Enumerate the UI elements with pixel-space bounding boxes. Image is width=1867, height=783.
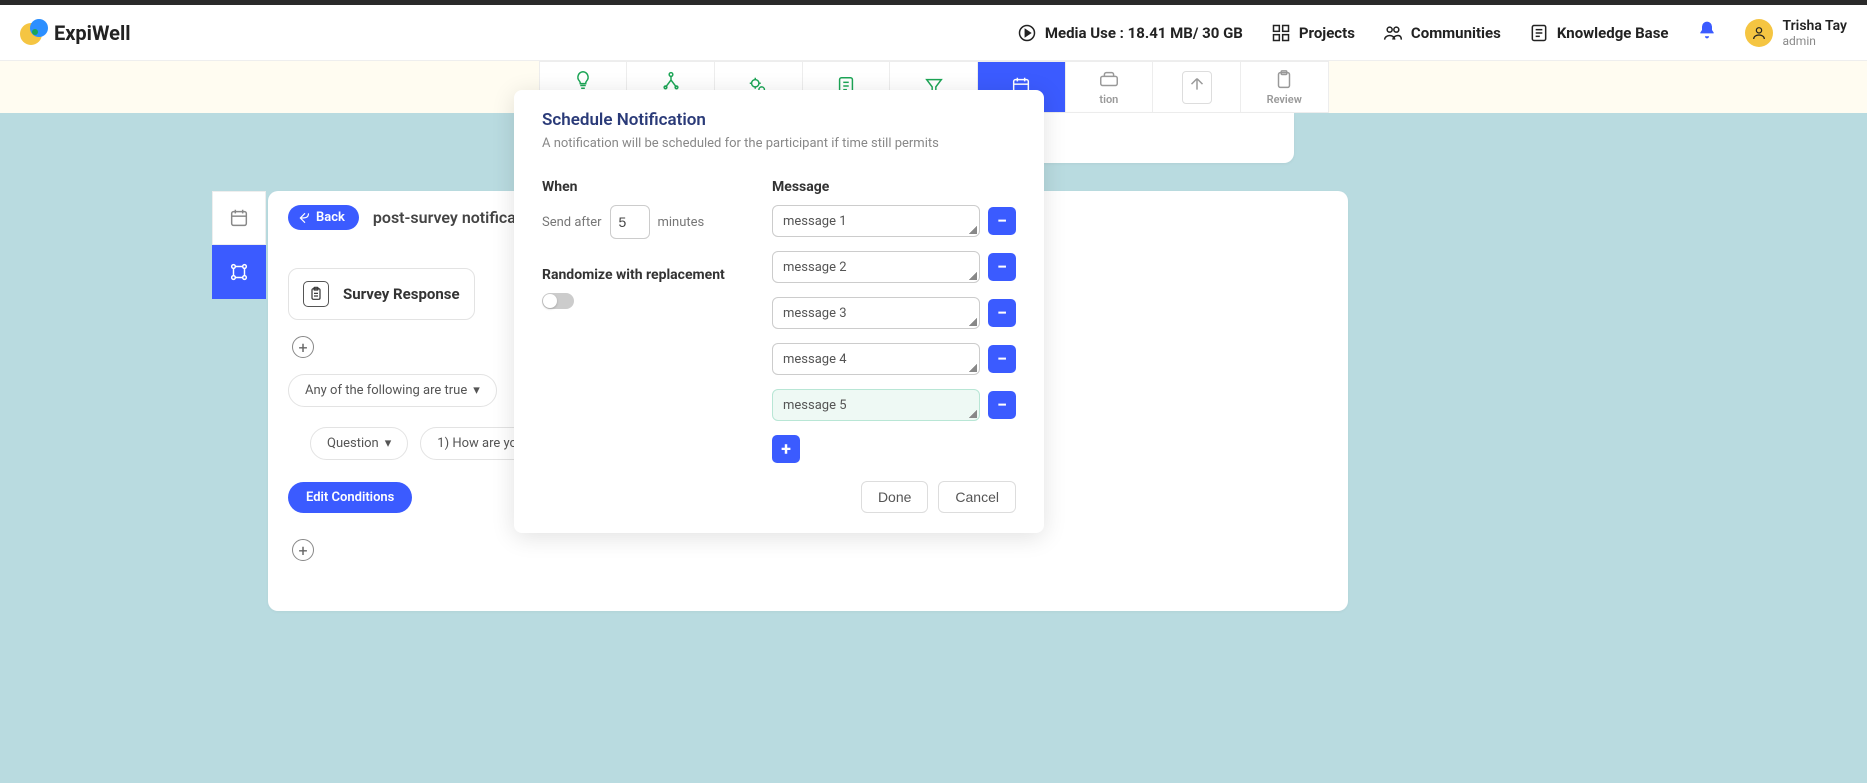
message-row-3: message 3 − bbox=[772, 297, 1016, 329]
send-prefix: Send after bbox=[542, 215, 602, 230]
media-use[interactable]: Media Use : 18.41 MB/ 30 GB bbox=[1017, 23, 1243, 43]
page-icon bbox=[1529, 23, 1549, 43]
remove-message-button-1[interactable]: − bbox=[988, 207, 1016, 235]
header-right: Media Use : 18.41 MB/ 30 GB Projects Com… bbox=[1017, 18, 1847, 48]
remove-message-button-3[interactable]: − bbox=[988, 299, 1016, 327]
chevron-down-icon: ▾ bbox=[473, 383, 480, 398]
brand-logo[interactable]: ExpiWell bbox=[20, 19, 131, 47]
add-message-button[interactable]: + bbox=[772, 435, 800, 463]
cancel-button[interactable]: Cancel bbox=[938, 481, 1016, 513]
nav-projects-label: Projects bbox=[1299, 24, 1355, 42]
message-input-4[interactable]: message 4 bbox=[772, 343, 980, 375]
add-step-button-1[interactable]: + bbox=[292, 336, 314, 358]
remove-message-button-2[interactable]: − bbox=[988, 253, 1016, 281]
user-role: admin bbox=[1783, 34, 1847, 48]
send-after-row: Send after minutes bbox=[542, 205, 752, 239]
side-tabs bbox=[212, 191, 266, 299]
randomize-label: Randomize with replacement bbox=[542, 267, 752, 283]
side-tab-flow[interactable] bbox=[212, 245, 266, 299]
add-step-button-2[interactable]: + bbox=[292, 539, 314, 561]
avatar bbox=[1745, 19, 1773, 47]
message-input-2[interactable]: message 2 bbox=[772, 251, 980, 283]
condition-any-of[interactable]: Any of the following are true ▾ bbox=[288, 374, 497, 407]
condition-any-label: Any of the following are true bbox=[305, 383, 467, 398]
media-use-text: Media Use : 18.41 MB/ 30 GB bbox=[1045, 24, 1243, 42]
remove-message-button-4[interactable]: − bbox=[988, 345, 1016, 373]
tab-label: tion bbox=[1099, 93, 1118, 106]
tab-review[interactable]: Review bbox=[1241, 62, 1328, 112]
nav-projects[interactable]: Projects bbox=[1271, 23, 1355, 43]
nav-communities[interactable]: Communities bbox=[1383, 23, 1501, 43]
message-row-1: message 1 − bbox=[772, 205, 1016, 237]
app-header: ExpiWell Media Use : 18.41 MB/ 30 GB Pro… bbox=[0, 5, 1867, 61]
survey-label: Survey Response bbox=[343, 285, 460, 303]
modal-left-col: When Send after minutes Randomize with r… bbox=[542, 179, 752, 463]
message-input-1[interactable]: message 1 bbox=[772, 205, 980, 237]
question-label: Question bbox=[327, 436, 379, 451]
survey-response-box: Survey Response bbox=[288, 268, 475, 320]
send-after-input[interactable] bbox=[610, 205, 650, 239]
edit-conditions-button[interactable]: Edit Conditions bbox=[288, 482, 412, 513]
tab-export[interactable] bbox=[1153, 62, 1241, 112]
message-input-5[interactable]: message 5 bbox=[772, 389, 980, 421]
edit-conditions-label: Edit Conditions bbox=[306, 490, 394, 505]
tab-distribution[interactable]: tion bbox=[1066, 62, 1154, 112]
message-row-2: message 2 − bbox=[772, 251, 1016, 283]
bell-icon[interactable] bbox=[1697, 20, 1717, 45]
remove-message-button-5[interactable]: − bbox=[988, 391, 1016, 419]
chevron-down-icon: ▾ bbox=[385, 436, 392, 451]
message-input-3[interactable]: message 3 bbox=[772, 297, 980, 329]
nav-communities-label: Communities bbox=[1411, 24, 1501, 42]
done-button[interactable]: Done bbox=[861, 481, 928, 513]
when-label: When bbox=[542, 179, 752, 195]
grid-icon bbox=[1271, 23, 1291, 43]
user-name: Trisha Tay bbox=[1783, 18, 1847, 34]
back-button[interactable]: Back bbox=[288, 205, 359, 230]
modal-body: When Send after minutes Randomize with r… bbox=[542, 179, 1016, 463]
modal-right-col: Message message 1 − message 2 − message … bbox=[772, 179, 1016, 463]
modal-title: Schedule Notification bbox=[542, 110, 1016, 130]
clipboard-icon bbox=[303, 281, 329, 307]
back-label: Back bbox=[316, 210, 345, 225]
user-menu[interactable]: Trisha Tay admin bbox=[1745, 18, 1847, 48]
send-suffix: minutes bbox=[658, 215, 705, 230]
randomize-toggle[interactable] bbox=[542, 293, 574, 309]
nav-knowledge[interactable]: Knowledge Base bbox=[1529, 23, 1669, 43]
message-row-4: message 4 − bbox=[772, 343, 1016, 375]
play-icon bbox=[1017, 23, 1037, 43]
brand-name: ExpiWell bbox=[54, 21, 131, 45]
card-title: post-survey notificat bbox=[373, 208, 521, 227]
message-label: Message bbox=[772, 179, 1016, 195]
logo-mark bbox=[20, 19, 48, 47]
message-row-5: message 5 − bbox=[772, 389, 1016, 421]
modal-subtitle: A notification will be scheduled for the… bbox=[542, 136, 1016, 151]
people-icon bbox=[1383, 23, 1403, 43]
side-tab-calendar[interactable] bbox=[212, 191, 266, 245]
modal-footer: Done Cancel bbox=[542, 481, 1016, 513]
tab-label: Review bbox=[1267, 93, 1302, 106]
nav-knowledge-label: Knowledge Base bbox=[1557, 24, 1669, 42]
question-dropdown[interactable]: Question ▾ bbox=[310, 427, 408, 460]
schedule-notification-modal: Schedule Notification A notification wil… bbox=[514, 90, 1044, 533]
